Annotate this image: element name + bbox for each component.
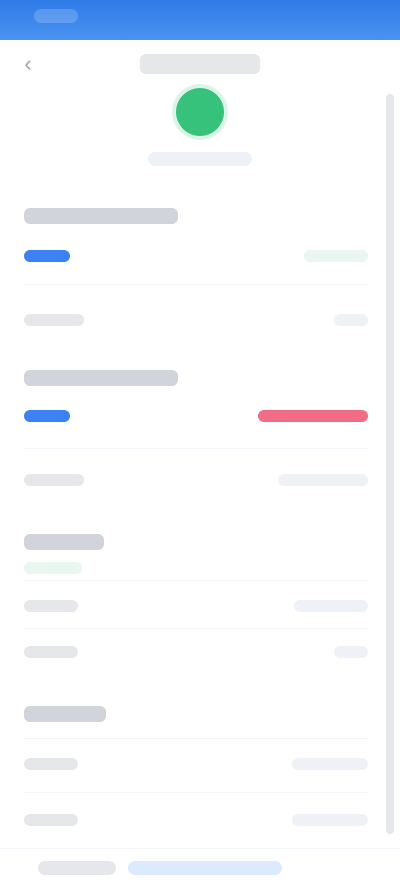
row-label — [24, 600, 78, 612]
row-value — [292, 758, 368, 770]
app-root: ‹ — [0, 0, 400, 889]
row-label — [24, 474, 84, 486]
divider — [24, 580, 368, 581]
row-label — [24, 758, 78, 770]
row-label — [24, 814, 78, 826]
divider — [24, 738, 368, 739]
section-2 — [24, 370, 368, 502]
row-value — [334, 314, 368, 326]
app-header: ‹ — [0, 40, 400, 88]
avatar — [176, 88, 224, 136]
section-3 — [24, 534, 368, 664]
divider — [24, 284, 368, 285]
section-title — [24, 534, 104, 550]
section-title — [24, 208, 178, 224]
row-value — [278, 474, 368, 486]
divider — [24, 448, 368, 449]
status-time — [34, 9, 78, 23]
chevron-left-icon: ‹ — [24, 51, 32, 76]
row-value — [292, 814, 368, 826]
section-title — [24, 706, 106, 722]
divider — [24, 792, 368, 793]
row-label — [24, 646, 78, 658]
section-1 — [24, 208, 368, 340]
row-label — [24, 314, 84, 326]
status-pill — [258, 410, 368, 422]
row-value — [294, 600, 368, 612]
section-badge — [24, 562, 82, 574]
row-value — [334, 646, 368, 658]
section-badge — [24, 250, 70, 262]
back-button[interactable]: ‹ — [14, 50, 42, 78]
status-pill — [304, 250, 368, 262]
section-title — [24, 370, 178, 386]
section-4 — [24, 706, 368, 832]
status-bar — [0, 0, 400, 40]
bottom-primary-button[interactable] — [128, 861, 282, 875]
bottom-left-button[interactable] — [38, 861, 116, 875]
page-title — [140, 54, 260, 74]
divider — [24, 628, 368, 629]
section-badge — [24, 410, 70, 422]
bottom-bar — [0, 848, 400, 889]
avatar-label — [148, 152, 252, 166]
scrollbar[interactable] — [386, 94, 394, 834]
